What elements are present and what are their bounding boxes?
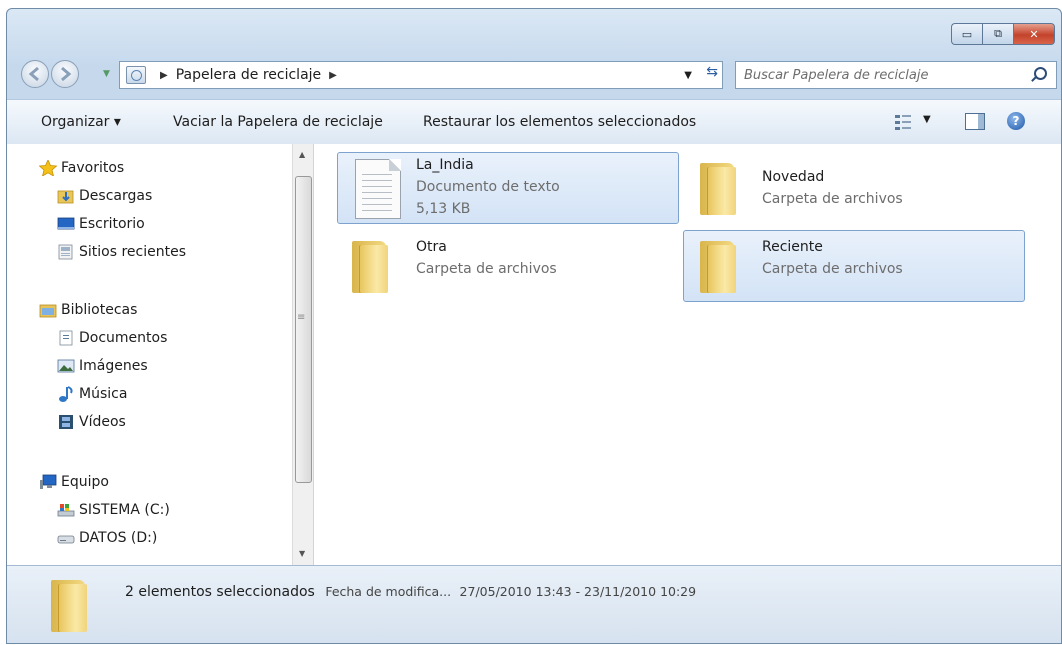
details-pane: 2 elementos seleccionados Fecha de modif… <box>7 566 1061 643</box>
empty-recycle-bin-button[interactable]: Vaciar la Papelera de reciclaje <box>173 114 383 130</box>
sidebar-item-desktop[interactable]: Escritorio <box>57 216 145 232</box>
file-tile-otra[interactable]: Otra Carpeta de archivos <box>337 230 679 302</box>
sidebar-item-recent-places[interactable]: Sitios recientes <box>57 244 186 260</box>
change-view-icon[interactable] <box>895 114 911 130</box>
sidebar-label: Bibliotecas <box>61 302 138 318</box>
file-type: Documento de texto <box>416 179 560 195</box>
sidebar-label: DATOS (D:) <box>79 530 158 546</box>
libraries-icon <box>39 302 57 318</box>
scrollbar-grip-icon: ≡ <box>297 312 306 323</box>
sidebar-label: Música <box>79 386 128 402</box>
address-dropdown-icon[interactable]: ▼ <box>684 70 692 81</box>
file-tile-la-india[interactable]: La_India Documento de texto 5,13 KB <box>337 152 679 224</box>
sidebar-item-libraries[interactable]: Bibliotecas <box>39 302 137 318</box>
forward-button[interactable] <box>51 60 79 88</box>
star-icon <box>38 159 58 177</box>
address-bar[interactable]: ▶ Papelera de reciclaje ▶ ▼ ⇆ <box>119 61 723 89</box>
breadcrumb-recycle-bin[interactable]: Papelera de reciclaje <box>176 67 321 83</box>
system-drive-icon <box>57 502 75 518</box>
breadcrumb-separator-icon[interactable]: ▶ <box>160 70 168 81</box>
film-strip-icon <box>57 414 75 430</box>
explorer-window: ▭ ⧉ ✕ ▼ ▶ Papelera de reciclaje ▶ ▼ ⇆ Or… <box>6 8 1062 644</box>
file-type: Carpeta de archivos <box>416 261 557 277</box>
file-type: Carpeta de archivos <box>762 261 903 277</box>
sidebar-item-images[interactable]: Imágenes <box>57 358 148 374</box>
computer-icon <box>39 474 57 490</box>
sidebar-item-music[interactable]: Música <box>57 386 127 402</box>
file-type: Carpeta de archivos <box>762 191 903 207</box>
sidebar-label: Equipo <box>61 474 109 490</box>
file-tile-novedad[interactable]: Novedad Carpeta de archivos <box>683 152 1025 224</box>
file-name: Otra <box>416 239 447 255</box>
close-button[interactable]: ✕ <box>1013 23 1055 45</box>
music-note-icon <box>57 386 75 402</box>
selection-summary: 2 elementos seleccionados Fecha de modif… <box>125 584 696 600</box>
recycle-bin-icon <box>126 66 146 84</box>
sidebar-label: SISTEMA (C:) <box>79 502 170 518</box>
recent-places-icon <box>57 244 75 260</box>
sidebar-item-documents[interactable]: Documentos <box>57 330 167 346</box>
minimize-button[interactable]: ▭ <box>951 23 982 45</box>
sidebar-item-videos[interactable]: Vídeos <box>57 414 126 430</box>
file-name: Novedad <box>762 169 825 185</box>
sidebar-label: Documentos <box>79 330 168 346</box>
sidebar-item-downloads[interactable]: Descargas <box>57 188 152 204</box>
images-icon <box>57 358 75 374</box>
back-button[interactable] <box>21 60 49 88</box>
sidebar-item-drive-c[interactable]: SISTEMA (C:) <box>57 502 170 518</box>
command-bar: Organizar ▾ Vaciar la Papelera de recicl… <box>7 99 1061 145</box>
file-name: La_India <box>416 157 474 173</box>
downloads-folder-icon <box>57 188 75 204</box>
sidebar-label: Imágenes <box>79 358 148 374</box>
sidebar-item-computer[interactable]: Equipo <box>39 474 109 490</box>
sidebar-item-favorites[interactable]: Favoritos <box>38 159 125 177</box>
sidebar-label: Descargas <box>79 188 153 204</box>
breadcrumb-chevron-icon[interactable]: ▶ <box>329 70 337 81</box>
hard-drive-icon <box>57 530 75 546</box>
help-icon[interactable]: ? <box>1007 112 1025 130</box>
sidebar-label: Sitios recientes <box>79 244 186 260</box>
sidebar-label: Vídeos <box>79 414 126 430</box>
file-tile-reciente[interactable]: Reciente Carpeta de archivos <box>683 230 1025 302</box>
sidebar-item-drive-d[interactable]: DATOS (D:) <box>57 530 157 546</box>
caption-buttons: ▭ ⧉ ✕ <box>951 23 1055 45</box>
restore-selected-button[interactable]: Restaurar los elementos seleccionados <box>423 114 696 130</box>
file-size: 5,13 KB <box>416 201 471 217</box>
preview-pane-icon[interactable] <box>965 113 985 130</box>
back-arrow-icon <box>28 66 39 82</box>
desktop-icon <box>57 216 75 232</box>
forward-arrow-icon <box>61 66 72 82</box>
organize-button[interactable]: Organizar ▾ <box>41 114 121 130</box>
folder-icon <box>698 239 738 295</box>
sidebar-label: Favoritos <box>61 160 125 176</box>
folder-icon <box>350 239 390 295</box>
content-area: Favoritos Descargas Escritorio Sitios re… <box>7 144 1061 566</box>
refresh-icon[interactable]: ⇆ <box>706 64 718 80</box>
view-options-dropdown-icon[interactable]: ▼ <box>923 114 931 125</box>
recent-pages-dropdown-icon[interactable]: ▼ <box>103 69 110 79</box>
search-box[interactable] <box>735 61 1057 89</box>
selection-count: 2 elementos seleccionados <box>125 584 315 600</box>
folder-icon <box>49 578 89 634</box>
maximize-button[interactable]: ⧉ <box>982 23 1013 45</box>
search-input[interactable] <box>736 66 1026 84</box>
date-modified-label: Fecha de modifica... <box>325 584 452 599</box>
navigation-scrollbar[interactable]: ▲ ≡ ▼ <box>292 144 313 565</box>
file-name: Reciente <box>762 239 823 255</box>
date-modified-range: 27/05/2010 13:43 - 23/11/2010 10:29 <box>459 584 697 599</box>
documents-icon <box>57 330 75 346</box>
scroll-up-arrow-icon[interactable]: ▲ <box>299 150 305 159</box>
sidebar-label: Escritorio <box>79 216 145 232</box>
folder-icon <box>698 161 738 217</box>
navigation-pane: Favoritos Descargas Escritorio Sitios re… <box>7 144 314 565</box>
scroll-down-arrow-icon[interactable]: ▼ <box>299 549 305 558</box>
search-icon[interactable] <box>1034 67 1047 80</box>
text-document-icon <box>355 159 401 219</box>
scrollbar-thumb[interactable] <box>295 176 312 483</box>
